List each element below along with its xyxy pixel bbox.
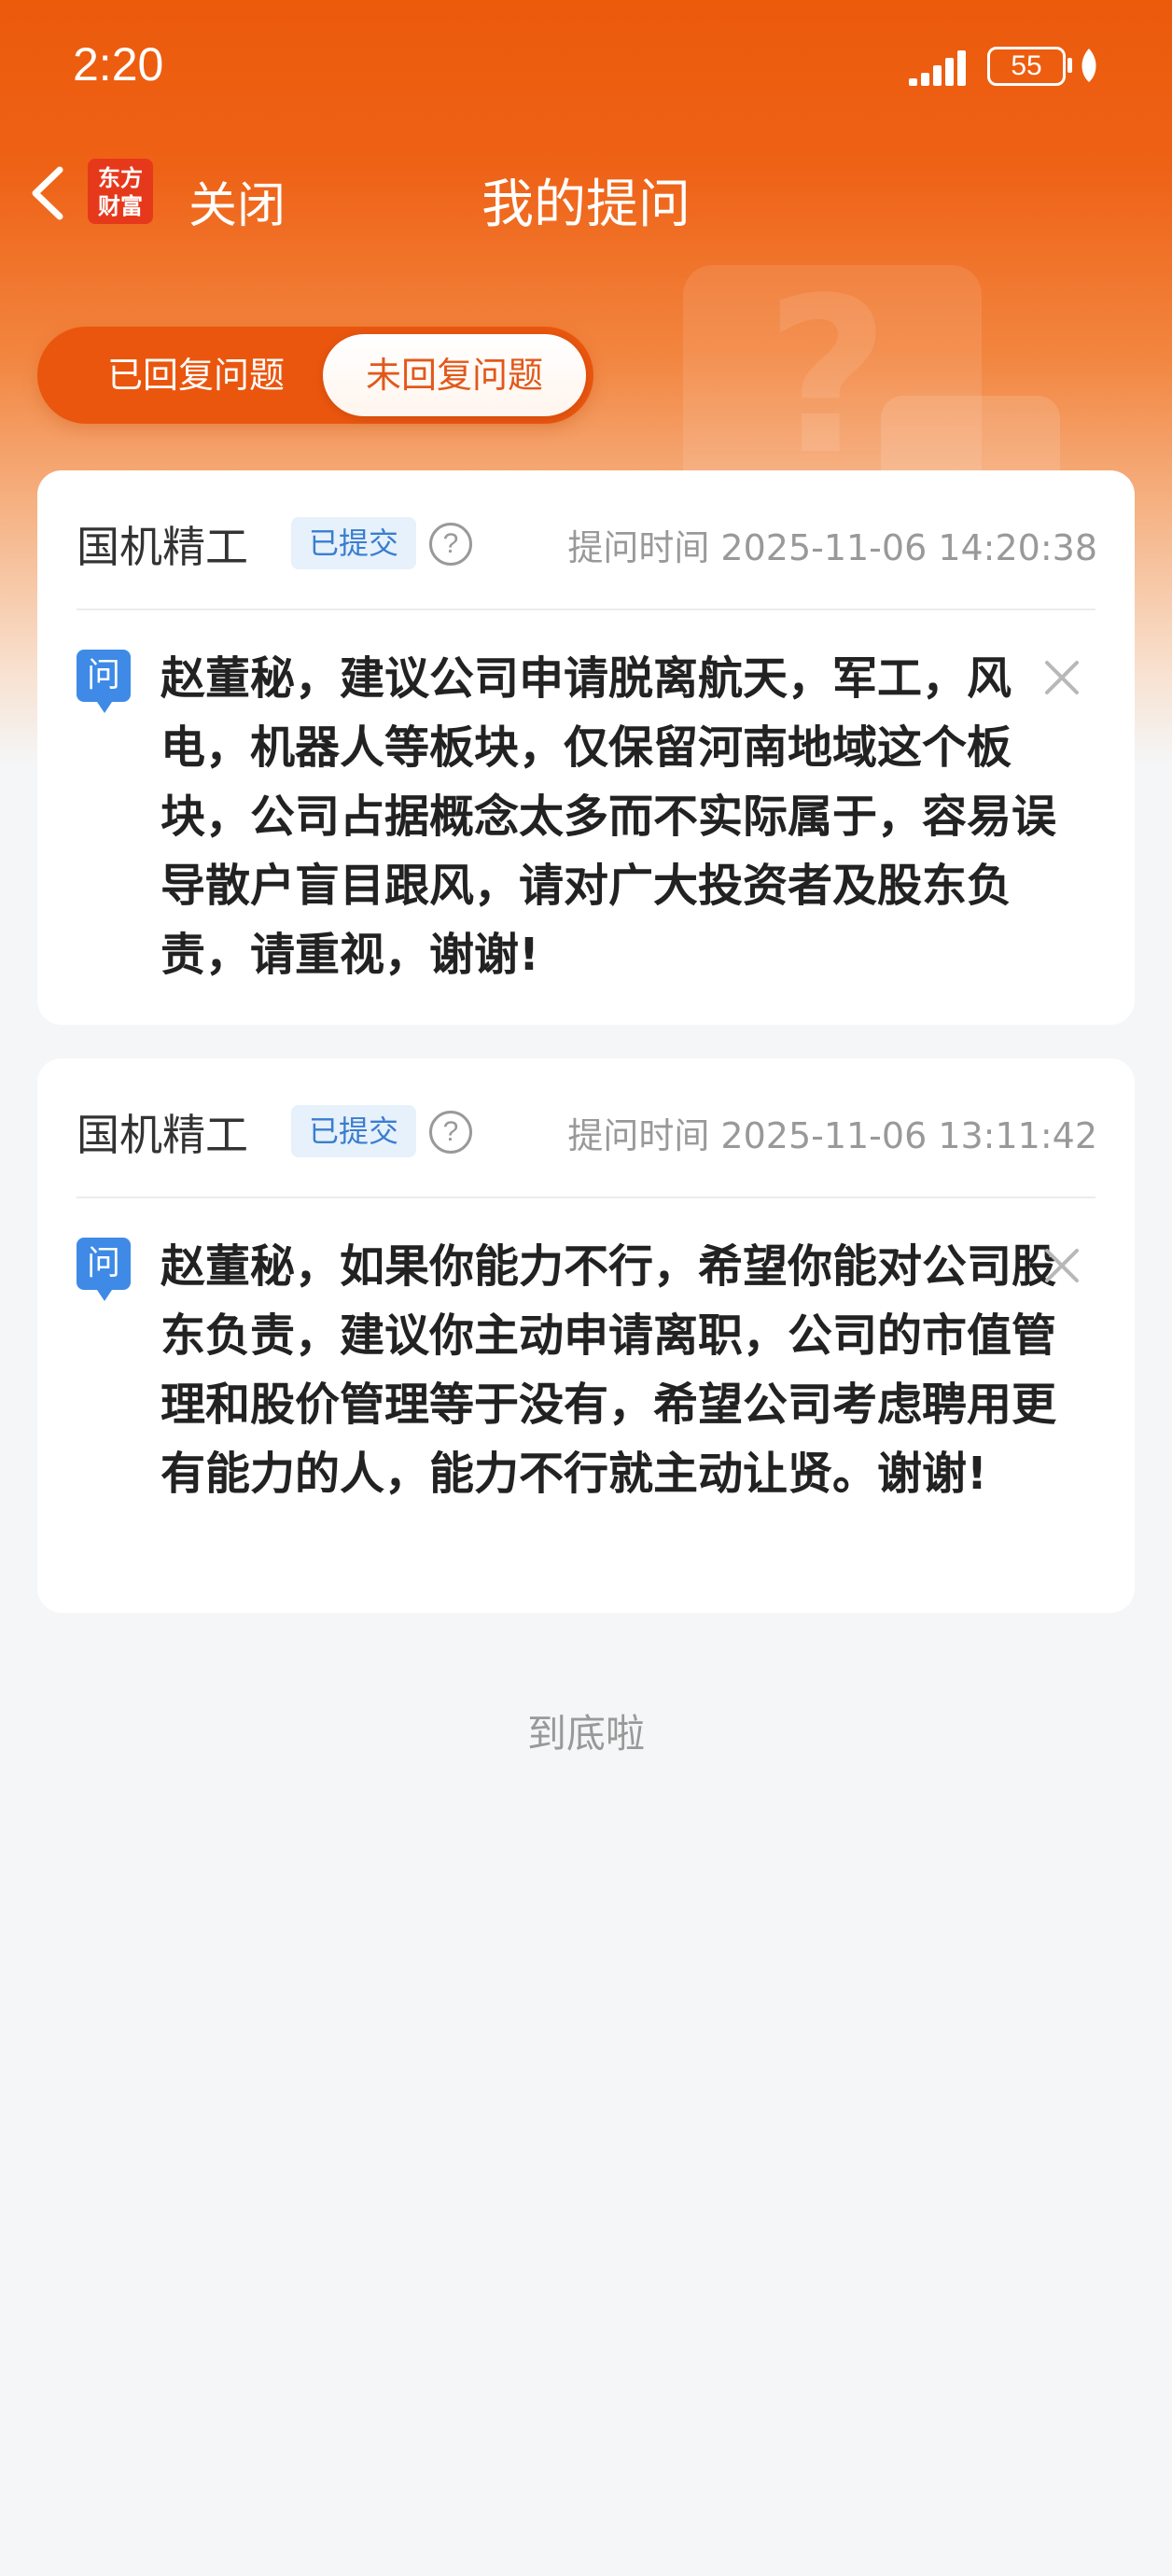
question-card: 国机精工 已提交 ? 提问时间 2025-11-06 13:11:42 问 赵董… [37, 1058, 1135, 1613]
tab-unreplied-questions[interactable]: 未回复问题 [323, 334, 586, 416]
battery-tip [1067, 58, 1072, 73]
close-icon[interactable] [1041, 1245, 1082, 1286]
question-text: 赵董秘，建议公司申请脱离航天，军工，风电，机器人等板块，仅保留河南地域这个板块，… [160, 652, 1057, 981]
help-icon[interactable]: ? [429, 1111, 472, 1154]
question-mark-illustration: ? [765, 253, 890, 502]
close-icon[interactable] [1041, 657, 1082, 698]
tab-replied-questions[interactable]: 已回复问题 [56, 334, 336, 416]
company-name[interactable]: 国机精工 [77, 513, 248, 575]
status-badge: 已提交 [291, 1105, 416, 1157]
divider [77, 1197, 1095, 1198]
page-title: 我的提问 [481, 175, 691, 235]
question-card: 国机精工 已提交 ? 提问时间 2025-11-06 14:20:38 问 赵董… [37, 470, 1135, 1025]
end-of-list-text: 到底啦 [526, 1711, 645, 1757]
status-time: 2:20 [73, 38, 164, 91]
company-name[interactable]: 国机精工 [77, 1101, 248, 1163]
question-time: 提问时间 2025-11-06 13:11:42 [567, 1115, 1097, 1156]
tab-switcher: 已回复问题 未回复问题 [37, 327, 593, 424]
help-icon[interactable]: ? [429, 523, 472, 566]
leaf-icon [1081, 49, 1096, 82]
signal-icon [909, 49, 974, 86]
status-badge: 已提交 [291, 517, 416, 569]
question-badge-icon: 问 [77, 650, 131, 713]
question-badge-icon: 问 [77, 1238, 131, 1301]
battery-icon: 55 [987, 47, 1066, 86]
question-text: 赵董秘，如果你能力不行，希望你能对公司股东负责，建议你主动申请离职，公司的市值管… [160, 1240, 1057, 1500]
question-time: 提问时间 2025-11-06 14:20:38 [567, 527, 1097, 568]
divider [77, 609, 1095, 610]
